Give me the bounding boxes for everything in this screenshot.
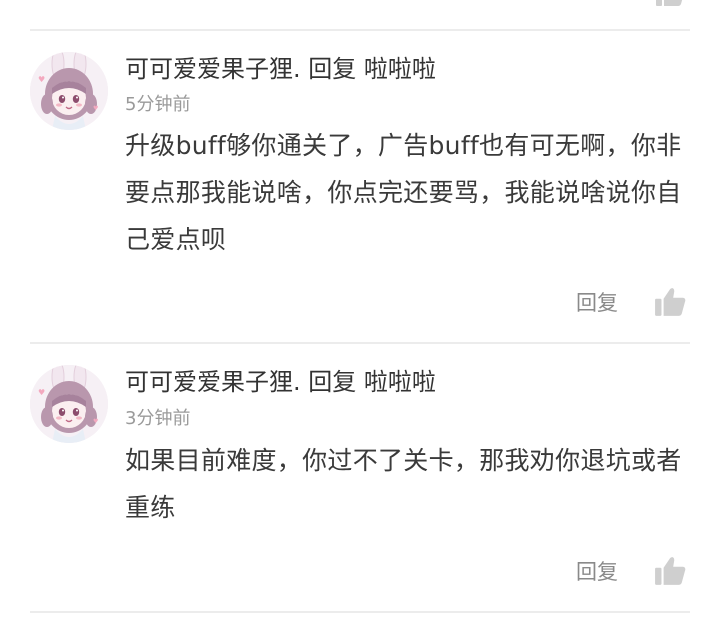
comment-text: 如果目前难度，你过不了关卡，那我劝你退坑或者重练 xyxy=(125,446,682,522)
svg-text:♥: ♥ xyxy=(93,105,98,112)
reply-target-name[interactable]: 啦啦啦 xyxy=(364,55,436,83)
divider xyxy=(30,342,690,344)
svg-text:♥: ♥ xyxy=(38,388,45,397)
reply-target-name[interactable]: 啦啦啦 xyxy=(364,368,436,396)
thumbs-up-icon[interactable] xyxy=(655,0,685,8)
author-name[interactable]: 可可爱爱果子狸. xyxy=(125,368,301,396)
reply-word: 回复 xyxy=(308,55,357,83)
reply-button[interactable]: 回复 xyxy=(576,558,618,586)
comment-time: 5分钟前 xyxy=(125,94,191,115)
thumbs-up-icon[interactable] xyxy=(654,286,686,318)
reply-word: 回复 xyxy=(308,368,357,396)
reply-button[interactable]: 回复 xyxy=(576,289,618,317)
avatar[interactable]: ♥ ♥ xyxy=(30,365,108,443)
divider xyxy=(30,611,690,613)
comment-header: 可可爱爱果子狸. 回复 啦啦啦 xyxy=(125,52,436,86)
comment-thread: ♥ ♥ 可可爱爱果子狸. 回复 啦啦啦 5分钟前 升级buff够你通关了，广告b… xyxy=(0,0,719,617)
comment-time: 3分钟前 xyxy=(125,408,191,429)
author-name[interactable]: 可可爱爱果子狸. xyxy=(125,55,301,83)
comment-text: 升级buff够你通关了，广告buff也有可无啊，你非要点那我能说啥，你点完还要骂… xyxy=(125,131,682,254)
comment-header: 可可爱爱果子狸. 回复 啦啦啦 xyxy=(125,365,436,399)
avatar[interactable]: ♥ ♥ xyxy=(30,52,108,130)
divider xyxy=(30,29,690,31)
thumbs-up-icon[interactable] xyxy=(654,555,686,587)
svg-text:♥: ♥ xyxy=(38,75,45,84)
svg-text:♥: ♥ xyxy=(93,418,98,425)
